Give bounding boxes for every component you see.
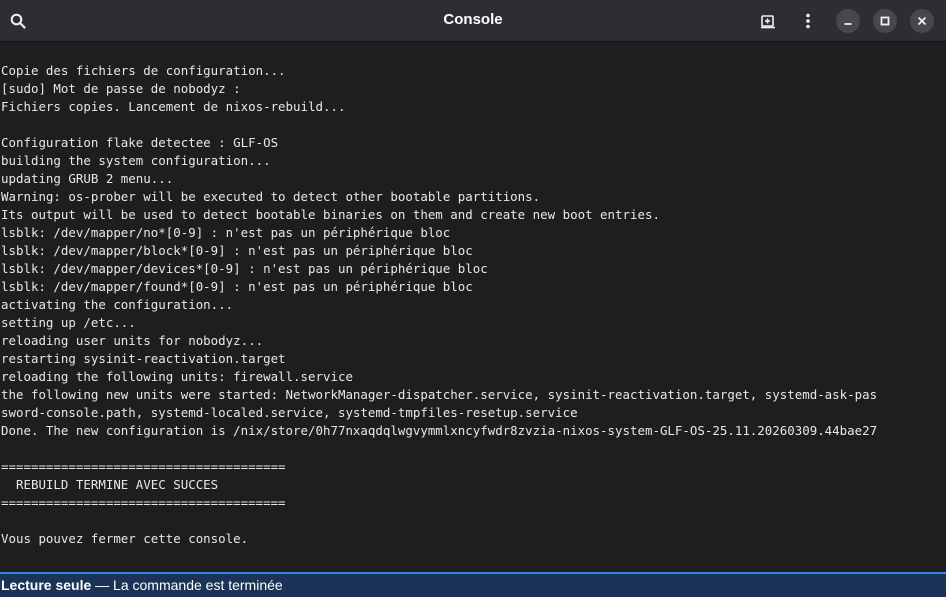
- maximize-button[interactable]: [873, 9, 897, 33]
- terminal-output: Copie des fichiers de configuration... […: [0, 43, 946, 548]
- maximize-icon: [880, 16, 890, 26]
- terminal-line: Fichiers copies. Lancement de nixos-rebu…: [1, 99, 346, 114]
- search-button[interactable]: [6, 9, 30, 33]
- terminal-line: Copie des fichiers de configuration...: [1, 63, 286, 78]
- terminal-line: [sudo] Mot de passe de nobodyz :: [1, 81, 241, 96]
- terminal-line: the following new units were started: Ne…: [1, 387, 878, 402]
- terminal-line: updating GRUB 2 menu...: [1, 171, 174, 186]
- minimize-icon: [844, 23, 852, 25]
- terminal-line: reloading user units for nobodyz...: [1, 333, 264, 348]
- terminal-line: reloading the following units: firewall.…: [1, 369, 353, 384]
- terminal-line: lsblk: /dev/mapper/devices*[0-9] : n'est…: [1, 261, 488, 276]
- main-menu-button[interactable]: [796, 9, 820, 33]
- close-button[interactable]: [910, 9, 934, 33]
- terminal-line: setting up /etc...: [1, 315, 136, 330]
- terminal-line: lsblk: /dev/mapper/found*[0-9] : n'est p…: [1, 279, 473, 294]
- terminal-line: activating the configuration...: [1, 297, 234, 312]
- terminal-view[interactable]: Copie des fichiers de configuration... […: [0, 43, 946, 572]
- terminal-line: lsblk: /dev/mapper/no*[0-9] : n'est pas …: [1, 225, 451, 240]
- terminal-line: lsblk: /dev/mapper/block*[0-9] : n'est p…: [1, 243, 473, 258]
- new-tab-button[interactable]: [756, 9, 780, 33]
- terminal-line: Its output will be used to detect bootab…: [1, 207, 660, 222]
- terminal-line: Vous pouvez fermer cette console.: [1, 531, 249, 546]
- search-icon: [10, 13, 26, 29]
- terminal-line: ======================================: [1, 495, 286, 510]
- minimize-button[interactable]: [836, 9, 860, 33]
- status-mode: Lecture seule: [1, 577, 92, 593]
- terminal-line: ======================================: [1, 459, 286, 474]
- terminal-line: Warning: os-prober will be executed to d…: [1, 189, 541, 204]
- status-message: — La commande est terminée: [91, 577, 283, 593]
- terminal-line: Configuration flake detectee : GLF-OS: [1, 135, 279, 150]
- new-tab-icon: [761, 15, 775, 29]
- status-bar: Lecture seule — La commande est terminée: [0, 572, 946, 597]
- terminal-line: REBUILD TERMINE AVEC SUCCES: [1, 477, 219, 492]
- close-icon: [917, 16, 927, 26]
- kebab-menu-icon: [806, 13, 810, 29]
- terminal-line: building the system configuration...: [1, 153, 271, 168]
- title-bar: Console: [0, 0, 946, 42]
- terminal-line: Done. The new configuration is /nix/stor…: [1, 423, 878, 438]
- terminal-line: restarting sysinit-reactivation.target: [1, 351, 286, 366]
- terminal-line: sword-console.path, systemd-localed.serv…: [1, 405, 578, 420]
